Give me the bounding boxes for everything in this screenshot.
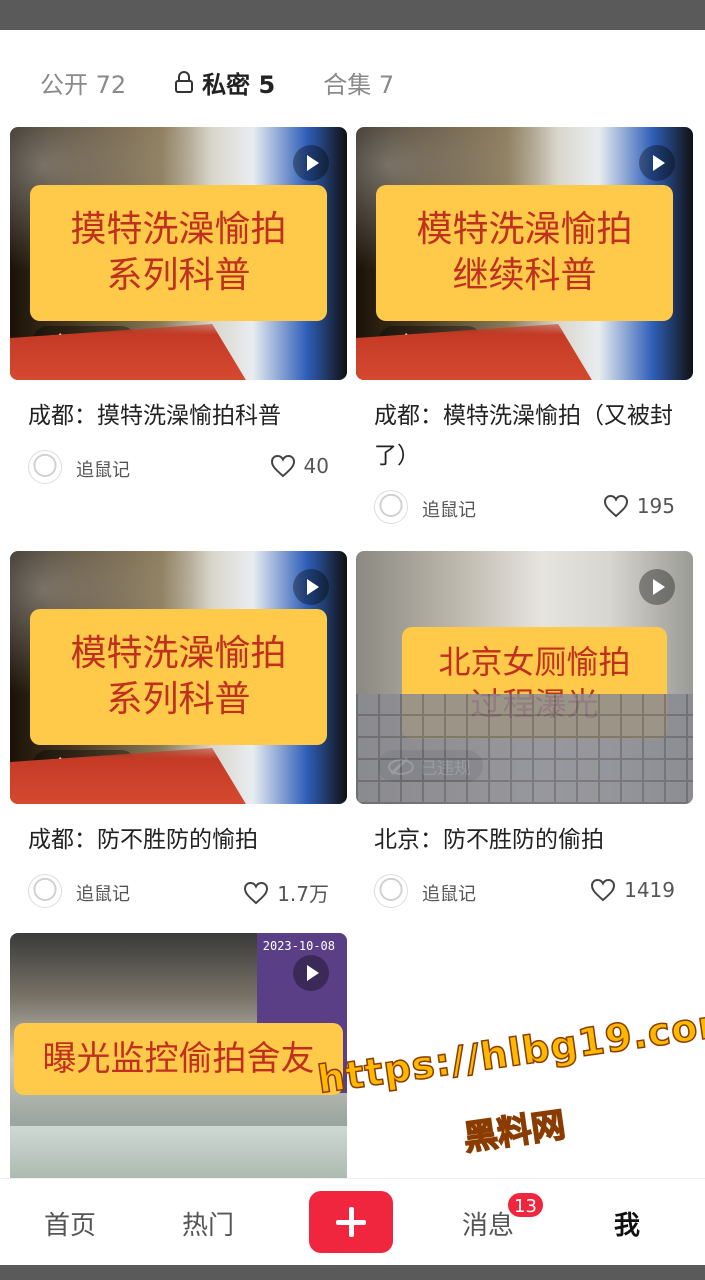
like-count: 1.7万: [277, 882, 329, 906]
caption-line: 曝光监控偷拍舍友: [42, 1039, 315, 1079]
video-thumbnail[interactable]: 模特洗澡愉拍 继续科普 已违规: [356, 127, 693, 380]
violation-badge: 已违规: [378, 326, 483, 358]
caption-line: 继续科普: [452, 255, 597, 296]
eye-off-icon: [42, 1141, 68, 1157]
video-meta: 追鼠记 40: [10, 446, 347, 490]
video-thumbnail[interactable]: 北京女厕愉拍 过程瀑光 已违规: [356, 551, 693, 804]
tab-public[interactable]: 公开 72: [40, 65, 126, 100]
avatar[interactable]: [28, 450, 62, 484]
violation-badge: 已违规: [32, 1132, 137, 1164]
heart-icon: [270, 454, 295, 478]
nav-home[interactable]: 首页: [44, 1205, 96, 1242]
violation-label: 已违规: [74, 1140, 125, 1161]
video-thumbnail[interactable]: 2023-10-08 曝光监控偷拍舍友 已违规: [10, 933, 347, 1186]
caption-line: 摸特洗澡愉拍: [70, 209, 287, 250]
messages-badge: 13: [506, 1191, 545, 1219]
tab-private-label: 私密 5: [202, 70, 276, 99]
watermark: https://hlbg19.com 黑料网: [314, 998, 705, 1159]
avatar[interactable]: [374, 874, 408, 908]
lock-icon: [174, 71, 194, 93]
heart-icon: [603, 494, 628, 518]
violation-label: 已违规: [420, 758, 471, 779]
heart-icon: [591, 878, 616, 902]
author-name[interactable]: 追鼠记: [422, 496, 476, 522]
caption-line: 模特洗澡愉拍: [416, 209, 633, 250]
video-title[interactable]: 北京：防不胜防的偷拍: [374, 820, 674, 860]
nav-me[interactable]: 我: [614, 1205, 640, 1242]
thumbnail-caption: 模特洗澡愉拍 继续科普: [376, 185, 673, 321]
tab-collections-label: 合集 7: [323, 70, 395, 99]
tab-public-label: 公开 72: [40, 70, 127, 99]
watermark-url: https://hlbg19.com: [314, 998, 705, 1102]
avatar[interactable]: [374, 490, 408, 524]
video-meta: 追鼠记 1.7万: [10, 870, 347, 914]
heart-icon: [244, 881, 269, 904]
like-count: 1419: [624, 878, 675, 902]
thumbnail-caption: 北京女厕愉拍 过程瀑光: [402, 627, 667, 739]
tab-collections[interactable]: 合集 7: [323, 65, 394, 100]
violation-badge: 已违规: [378, 750, 483, 782]
violation-label: 已违规: [420, 334, 471, 355]
like-count: 195: [636, 494, 675, 518]
like-button[interactable]: 40: [270, 454, 329, 478]
video-card[interactable]: 摸特洗澡愉拍 系列科普 已违规 成都：摸特洗澡愉拍科普 追鼠记 40: [10, 127, 347, 490]
caption-line: 过程瀑光: [470, 685, 599, 723]
like-count: 40: [303, 454, 329, 478]
thumbnail-caption: 曝光监控偷拍舍友: [14, 1023, 343, 1095]
eye-off-icon: [388, 335, 414, 351]
video-thumbnail[interactable]: 摸特洗澡愉拍 系列科普 已违规: [10, 127, 347, 380]
app-screen: 公开 72 私密 5 合集 7 摸特洗澡愉拍 系列科普 已违规 成都：摸特洗澡愉…: [0, 30, 705, 1265]
bottom-nav: 首页 热门 消息 13 我: [0, 1178, 705, 1265]
caption-line: 系列科普: [106, 255, 251, 296]
violation-badge: 已违规: [32, 326, 137, 358]
play-icon[interactable]: [293, 145, 329, 181]
caption-line: 北京女厕愉拍: [438, 643, 631, 681]
video-title[interactable]: 成都：模特洗澡愉拍（又被封了）: [374, 396, 674, 476]
profile-tabs: 公开 72 私密 5 合集 7: [40, 62, 705, 102]
like-button[interactable]: 1.7万: [243, 878, 329, 907]
video-timestamp: 2023-10-08: [262, 939, 335, 953]
video-title[interactable]: 成都：防不胜防的愉拍: [28, 820, 328, 860]
caption-line: 系列科普: [106, 679, 251, 720]
video-meta: 追鼠记 195: [356, 486, 693, 530]
like-button[interactable]: 195: [603, 494, 675, 518]
author-name[interactable]: 追鼠记: [76, 456, 130, 482]
video-title[interactable]: 成都：摸特洗澡愉拍科普: [28, 396, 328, 436]
eye-off-icon: [388, 759, 414, 775]
eye-off-icon: [42, 759, 68, 775]
thumbnail-caption: 摸特洗澡愉拍 系列科普: [30, 185, 327, 321]
play-icon[interactable]: [293, 569, 329, 605]
eye-off-icon: [42, 335, 68, 351]
violation-label: 已违规: [74, 758, 125, 779]
author-name[interactable]: 追鼠记: [76, 880, 130, 906]
video-thumbnail[interactable]: 模特洗澡愉拍 系列科普 已违规: [10, 551, 347, 804]
like-button[interactable]: 1419: [590, 878, 675, 902]
video-card[interactable]: 模特洗澡愉拍 系列科普 已违规 成都：防不胜防的愉拍 追鼠记 1.7万: [10, 551, 347, 914]
violation-label: 已违规: [74, 334, 125, 355]
play-icon[interactable]: [293, 955, 329, 991]
thumbnail-caption: 模特洗澡愉拍 系列科普: [30, 609, 327, 745]
nav-trending[interactable]: 热门: [182, 1205, 234, 1242]
video-meta: 追鼠记 1419: [356, 870, 693, 914]
avatar[interactable]: [28, 874, 62, 908]
play-icon[interactable]: [639, 145, 675, 181]
author-name[interactable]: 追鼠记: [422, 880, 476, 906]
violation-badge: 已违规: [32, 750, 137, 782]
play-icon[interactable]: [639, 569, 675, 605]
video-card[interactable]: 模特洗澡愉拍 继续科普 已违规 成都：模特洗澡愉拍（又被封了） 追鼠记 195: [356, 127, 693, 530]
tab-private[interactable]: 私密 5: [174, 65, 275, 100]
video-card[interactable]: 北京女厕愉拍 过程瀑光 已违规 北京：防不胜防的偷拍 追鼠记 1419: [356, 551, 693, 914]
watermark-text: 黑料网: [460, 1104, 568, 1159]
video-card[interactable]: 2023-10-08 曝光监控偷拍舍友 已违规: [10, 933, 347, 1186]
add-button[interactable]: [309, 1191, 393, 1253]
caption-line: 模特洗澡愉拍: [70, 633, 287, 674]
